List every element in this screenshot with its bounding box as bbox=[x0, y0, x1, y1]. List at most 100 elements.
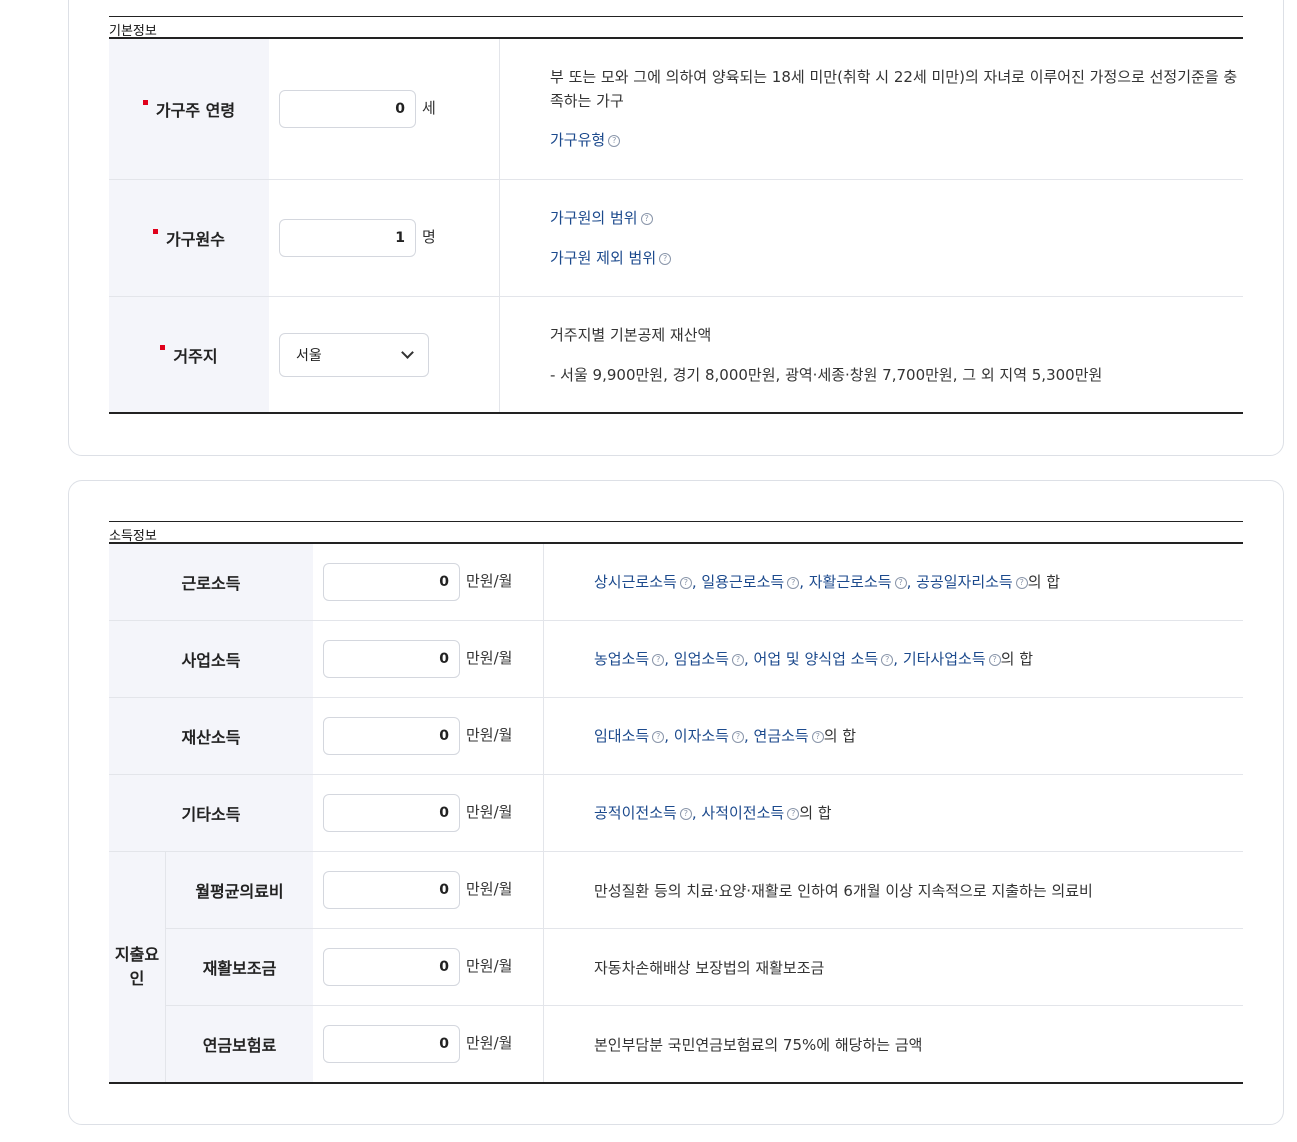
row-medical-expense: 월평균의료비 만원/월 만성질환 등의 치료·요양·재활로 인하여 6개월 이상… bbox=[166, 852, 1243, 929]
property-income-desc: 임대소득?, 이자소득?, 연금소득? 의 합 bbox=[543, 698, 1243, 774]
link-forestry-income[interactable]: 임업소득? bbox=[674, 650, 744, 668]
link-household-member-exclusion[interactable]: 가구원 제외 범위? bbox=[550, 249, 672, 267]
business-income-input[interactable] bbox=[323, 640, 460, 678]
income-info-table: 근로소득 만원/월 상시근로소득?, 일용근로소득?, 자활근로소득?, 공공일… bbox=[109, 544, 1243, 1084]
link-agricultural-income[interactable]: 농업소득? bbox=[594, 650, 665, 668]
household-head-age-label-cell: 가구주 연령 bbox=[109, 39, 269, 179]
household-members-input[interactable] bbox=[279, 219, 416, 257]
link-household-member-scope[interactable]: 가구원의 범위? bbox=[550, 209, 653, 227]
question-circle-icon[interactable]: ? bbox=[640, 213, 653, 225]
household-members-label: 가구원수 bbox=[166, 230, 225, 249]
medical-expense-input[interactable] bbox=[323, 871, 460, 909]
property-income-label: 재산소득 bbox=[109, 698, 313, 774]
link-other-business-income[interactable]: 기타사업소득? bbox=[903, 650, 1001, 668]
earned-income-unit: 만원/월 bbox=[466, 571, 513, 590]
link-interest-income[interactable]: 이자소득? bbox=[674, 727, 744, 745]
household-head-age-input-cell: 세 bbox=[279, 39, 436, 179]
question-circle-icon[interactable]: ? bbox=[659, 253, 672, 265]
expense-factors-label: 지출요인 bbox=[109, 852, 166, 1082]
row-household-members: 가구원수 명 가구원의 범위? 가구원 제외 범위? bbox=[109, 180, 1243, 297]
question-circle-icon[interactable]: ? bbox=[731, 654, 744, 666]
other-income-unit: 만원/월 bbox=[466, 802, 513, 821]
pension-premium-input-cell: 만원/월 bbox=[323, 1006, 512, 1082]
household-type-desc: 부 또는 모와 그에 의하여 양육되는 18세 미만(취학 시 22세 미만)의… bbox=[499, 39, 1243, 179]
other-income-input[interactable] bbox=[323, 794, 460, 832]
medical-expense-desc: 만성질환 등의 치료·요양·재활로 인하여 6개월 이상 지속적으로 지출하는 … bbox=[543, 852, 1243, 928]
household-head-age-label: 가구주 연령 bbox=[155, 101, 236, 120]
property-income-input-cell: 만원/월 bbox=[323, 698, 512, 774]
residence-label: 거주지 bbox=[173, 346, 218, 366]
row-earned-income: 근로소득 만원/월 상시근로소득?, 일용근로소득?, 자활근로소득?, 공공일… bbox=[109, 544, 1243, 621]
business-income-input-cell: 만원/월 bbox=[323, 621, 512, 697]
required-mark bbox=[160, 345, 166, 350]
link-rental-income[interactable]: 임대소득? bbox=[594, 727, 665, 745]
medical-expense-label: 월평균의료비 bbox=[166, 852, 313, 928]
row-other-income: 기타소득 만원/월 공적이전소득?, 사적이전소득?의 합 bbox=[109, 775, 1243, 852]
pension-premium-unit: 만원/월 bbox=[466, 1033, 513, 1052]
required-mark bbox=[153, 228, 159, 234]
question-circle-icon[interactable]: ? bbox=[731, 731, 744, 743]
section-title-basic-info: 기본정보 bbox=[109, 16, 1243, 39]
medical-expense-unit: 만원/월 bbox=[466, 879, 513, 898]
members-unit: 명 bbox=[422, 227, 436, 246]
question-circle-icon[interactable]: ? bbox=[988, 654, 1001, 666]
row-business-income: 사업소득 만원/월 농업소득?, 임업소득?, 어업 및 양식업 소득?, 기타… bbox=[109, 621, 1243, 698]
earned-income-desc: 상시근로소득?, 일용근로소득?, 자활근로소득?, 공공일자리소득? 의 합 bbox=[543, 544, 1243, 620]
row-pension-premium: 연금보험료 만원/월 본인부담분 국민연금보험료의 75%에 해당하는 금액 bbox=[166, 1006, 1243, 1082]
residence-label-cell: 거주지 bbox=[109, 297, 269, 412]
rehab-subsidy-unit: 만원/월 bbox=[466, 956, 513, 975]
chevron-down-icon bbox=[401, 345, 414, 359]
link-public-transfer-income[interactable]: 공적이전소득? bbox=[594, 804, 692, 822]
residence-select[interactable]: 서울 bbox=[279, 333, 429, 377]
question-circle-icon[interactable]: ? bbox=[652, 654, 665, 666]
link-daily-earned-income[interactable]: 일용근로소득? bbox=[701, 573, 800, 591]
question-circle-icon[interactable]: ? bbox=[881, 654, 894, 666]
household-members-input-cell: 명 bbox=[279, 180, 436, 296]
business-income-unit: 만원/월 bbox=[466, 648, 513, 667]
question-circle-icon[interactable]: ? bbox=[811, 731, 824, 743]
rehab-subsidy-input[interactable] bbox=[323, 948, 460, 986]
earned-income-input-cell: 만원/월 bbox=[323, 544, 512, 620]
row-property-income: 재산소득 만원/월 임대소득?, 이자소득?, 연금소득?의 합 bbox=[109, 698, 1243, 775]
age-unit: 세 bbox=[422, 98, 436, 117]
question-circle-icon[interactable]: ? bbox=[787, 577, 800, 589]
residence-desc: 거주지별 기본공제 재산액 - 서울 9,900만원, 경기 8,000만원, … bbox=[499, 297, 1243, 412]
other-income-input-cell: 만원/월 bbox=[323, 775, 512, 851]
link-pension-income[interactable]: 연금소득? bbox=[754, 727, 824, 745]
basic-info-table: 가구주 연령 세 부 또는 모와 그에 의하여 양육되는 18세 미만(취학 시… bbox=[109, 39, 1243, 414]
residence-desc-line1: 거주지별 기본공제 재산액 bbox=[550, 326, 712, 344]
other-income-label: 기타소득 bbox=[109, 775, 313, 851]
household-type-desc-text: 부 또는 모와 그에 의하여 양육되는 18세 미만(취학 시 22세 미만)의… bbox=[550, 68, 1238, 110]
pension-premium-label: 연금보험료 bbox=[166, 1006, 313, 1082]
question-circle-icon[interactable]: ? bbox=[679, 577, 692, 589]
property-income-input[interactable] bbox=[323, 717, 460, 755]
link-self-support-income[interactable]: 자활근로소득? bbox=[809, 573, 907, 591]
rehab-subsidy-input-cell: 만원/월 bbox=[323, 929, 512, 1005]
section-title-income-info: 소득정보 bbox=[109, 521, 1243, 544]
household-head-age-input[interactable] bbox=[279, 90, 416, 128]
question-circle-icon[interactable]: ? bbox=[608, 135, 621, 147]
earned-income-input[interactable] bbox=[323, 563, 460, 601]
business-income-desc: 농업소득?, 임업소득?, 어업 및 양식업 소득?, 기타사업소득? 의 합 bbox=[543, 621, 1243, 697]
other-income-desc: 공적이전소득?, 사적이전소득? 의 합 bbox=[543, 775, 1243, 851]
earned-income-label: 근로소득 bbox=[109, 544, 313, 620]
pension-premium-input[interactable] bbox=[323, 1025, 460, 1063]
question-circle-icon[interactable]: ? bbox=[679, 808, 692, 820]
rehab-subsidy-desc: 자동차손해배상 보장법의 재활보조금 bbox=[543, 929, 1243, 1005]
question-circle-icon[interactable]: ? bbox=[894, 577, 907, 589]
row-household-head-age: 가구주 연령 세 부 또는 모와 그에 의하여 양육되는 18세 미만(취학 시… bbox=[109, 39, 1243, 180]
residence-select-value: 서울 bbox=[296, 348, 322, 364]
question-circle-icon[interactable]: ? bbox=[652, 731, 665, 743]
household-members-label-cell: 가구원수 bbox=[109, 180, 269, 296]
link-public-job-income[interactable]: 공공일자리소득? bbox=[916, 573, 1028, 591]
row-rehab-subsidy: 재활보조금 만원/월 자동차손해배상 보장법의 재활보조금 bbox=[166, 929, 1243, 1006]
question-circle-icon[interactable]: ? bbox=[1015, 577, 1028, 589]
link-regular-earned-income[interactable]: 상시근로소득? bbox=[594, 573, 692, 591]
business-income-label: 사업소득 bbox=[109, 621, 313, 697]
property-income-unit: 만원/월 bbox=[466, 725, 513, 744]
link-private-transfer-income[interactable]: 사적이전소득? bbox=[701, 804, 800, 822]
question-circle-icon[interactable]: ? bbox=[787, 808, 800, 820]
link-household-type[interactable]: 가구유형? bbox=[550, 131, 621, 149]
link-fishery-income[interactable]: 어업 및 양식업 소득? bbox=[754, 650, 894, 668]
required-mark bbox=[142, 99, 148, 105]
